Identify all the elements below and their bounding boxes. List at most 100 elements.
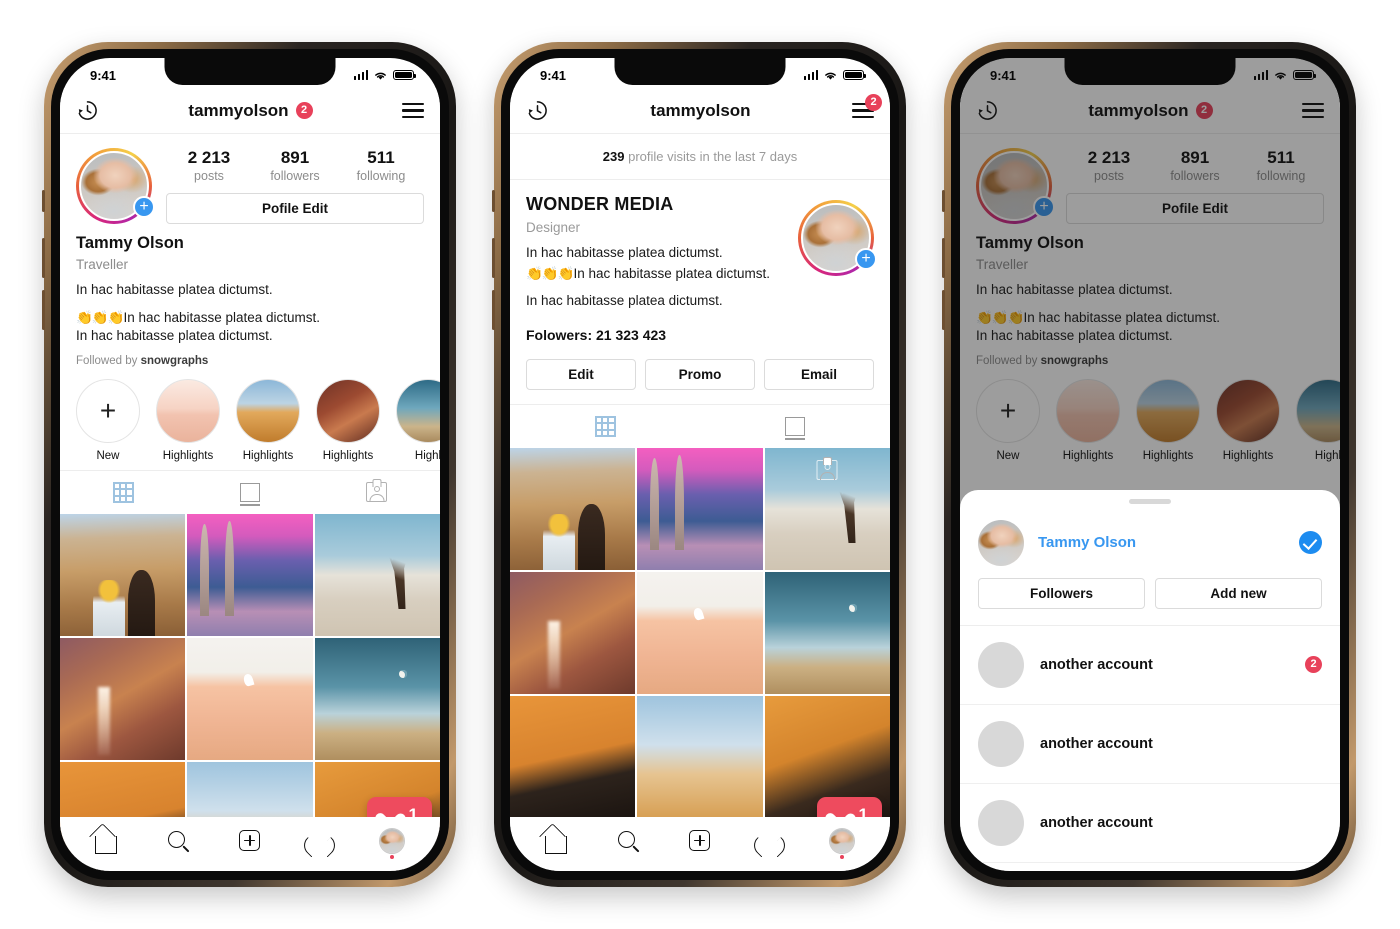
list-item[interactable]: another account <box>960 784 1340 863</box>
avatar[interactable]: + <box>798 200 877 276</box>
profile-edit-button[interactable]: Pofile Edit <box>166 193 424 224</box>
volume-up-button[interactable] <box>942 238 945 278</box>
grid-photo[interactable] <box>637 447 763 570</box>
business-actions: Edit Promo Email <box>510 343 890 404</box>
grid-photo[interactable] <box>764 447 890 570</box>
business-line-3: In hac habitasse platea dictumst. <box>526 293 723 309</box>
activity-tab[interactable] <box>308 828 334 854</box>
list-item[interactable]: another account 2 <box>960 626 1340 705</box>
menu-badge: 2 <box>865 93 882 111</box>
profile-tab[interactable] <box>829 828 856 854</box>
nav-header-1: tammyolson 2 <box>60 88 440 134</box>
clock-history-icon[interactable] <box>526 99 549 122</box>
visits-count: 239 <box>602 149 625 164</box>
clock-history-icon[interactable] <box>76 99 99 122</box>
plus-square-icon <box>689 830 711 851</box>
avatar-icon <box>380 829 405 853</box>
hamburger-menu-icon[interactable]: 2 <box>852 93 882 119</box>
grid-photo[interactable] <box>510 571 636 694</box>
stat-following[interactable]: 511 following <box>338 148 424 183</box>
volume-up-button[interactable] <box>42 238 45 278</box>
screen-3: 9:41 tammyolson 2 + 2 213 posts 891 foll… <box>960 58 1340 871</box>
highlight-item[interactable]: Highlights <box>316 378 380 462</box>
bio-section-1: Tammy Olson Traveller In hac habitasse p… <box>60 224 440 367</box>
stat-label: posts <box>194 169 224 183</box>
grid-photo[interactable] <box>314 637 440 760</box>
highlight-cover <box>156 378 220 443</box>
card-tab[interactable] <box>187 482 314 506</box>
tagged-person-icon <box>366 482 388 503</box>
grid-photo[interactable] <box>314 513 440 636</box>
plus-icon[interactable]: + <box>133 196 155 218</box>
grid-photo[interactable] <box>510 695 636 818</box>
create-tab[interactable] <box>687 828 713 854</box>
grid-tab[interactable] <box>510 415 700 437</box>
followers-button[interactable]: Followers <box>978 577 1145 609</box>
volume-up-button[interactable] <box>492 238 495 278</box>
highlight-item[interactable]: Highlights <box>156 378 220 462</box>
volume-down-button[interactable] <box>42 290 45 330</box>
status-indicators <box>353 69 417 81</box>
email-button[interactable]: Email <box>764 358 874 390</box>
photo-grid-2[interactable] <box>510 447 890 818</box>
avatar[interactable]: + <box>76 148 155 224</box>
account-name: another account <box>1040 656 1153 673</box>
battery-icon <box>393 69 417 81</box>
profile-visits-banner: 239 profile visits in the last 7 days <box>510 134 890 180</box>
business-name: WONDER MEDIA <box>526 194 674 214</box>
stat-posts[interactable]: 2 213 posts <box>166 148 252 183</box>
unread-badge: 2 <box>1305 656 1322 673</box>
card-tab[interactable] <box>700 416 890 440</box>
promo-button[interactable]: Promo <box>645 358 755 390</box>
grid-photo[interactable] <box>187 513 313 636</box>
grid-photo[interactable] <box>637 571 763 694</box>
edit-button[interactable]: Edit <box>526 358 636 390</box>
full-name: Tammy Olson <box>76 234 184 252</box>
grid-photo[interactable] <box>510 447 636 570</box>
highlights-row-1[interactable]: + New Highlights Highlights Highlights H… <box>60 367 440 470</box>
home-tab[interactable] <box>544 828 571 854</box>
mute-switch[interactable] <box>942 190 945 212</box>
highlight-new[interactable]: + New <box>76 378 140 462</box>
card-icon <box>240 482 260 506</box>
list-item[interactable]: another account <box>960 705 1340 784</box>
business-followers: Folowers: 21 323 423 <box>526 326 667 343</box>
stat-followers[interactable]: 891 followers <box>252 148 338 183</box>
mute-switch[interactable] <box>42 190 45 212</box>
hamburger-menu-icon[interactable] <box>402 102 424 119</box>
grid-tab[interactable] <box>60 481 187 503</box>
search-tab[interactable] <box>166 828 192 854</box>
plus-icon[interactable]: + <box>855 248 877 270</box>
battery-icon <box>843 69 867 81</box>
business-role: Designer <box>526 220 581 235</box>
highlight-label: New <box>96 449 120 462</box>
add-new-button[interactable]: Add new <box>1155 577 1322 609</box>
nav-username: tammyolson <box>188 100 289 120</box>
search-tab[interactable] <box>616 828 642 854</box>
grid-photo[interactable] <box>60 513 186 636</box>
tagged-person-icon[interactable] <box>816 459 838 480</box>
phone-bezel-3: 9:41 tammyolson 2 + 2 213 posts 891 foll… <box>951 49 1349 880</box>
volume-down-button[interactable] <box>942 290 945 330</box>
phone-bezel-1: 9:41 tammyolson 2 + 2 213 posts 891 foll… <box>51 49 449 880</box>
stats-column: 2 213 posts 891 followers 511 following <box>152 148 424 224</box>
volume-down-button[interactable] <box>492 290 495 330</box>
grid-photo[interactable] <box>764 571 890 694</box>
profile-tab[interactable] <box>379 828 406 854</box>
status-time: 9:41 <box>540 67 567 83</box>
home-tab[interactable] <box>94 828 121 854</box>
account-name: another account <box>1040 814 1153 831</box>
current-account-row[interactable]: Tammy Olson <box>960 504 1340 566</box>
clap-emoji: 👏👏👏 <box>526 265 574 281</box>
create-tab[interactable] <box>237 828 263 854</box>
activity-tab[interactable] <box>758 828 784 854</box>
avatar <box>978 720 1024 767</box>
grid-photo[interactable] <box>60 637 186 760</box>
tagged-tab[interactable] <box>313 482 440 503</box>
grid-photo[interactable] <box>187 637 313 760</box>
highlight-item[interactable]: Highl <box>396 378 440 462</box>
avatar-icon <box>830 829 855 853</box>
mute-switch[interactable] <box>492 190 495 212</box>
grid-photo[interactable] <box>637 695 763 818</box>
highlight-item[interactable]: Highlights <box>236 378 300 462</box>
